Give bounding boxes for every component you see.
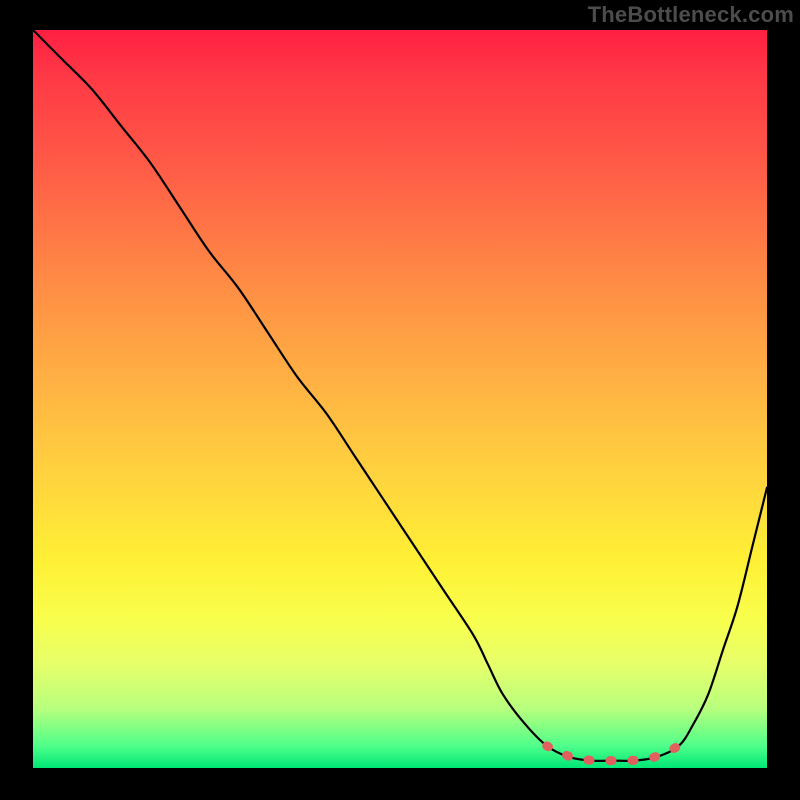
curve-optimal-range (547, 746, 679, 761)
watermark-text: TheBottleneck.com (588, 2, 794, 28)
chart-plot-area (33, 30, 767, 768)
curve-line (33, 30, 767, 761)
bottleneck-curve (33, 30, 767, 768)
